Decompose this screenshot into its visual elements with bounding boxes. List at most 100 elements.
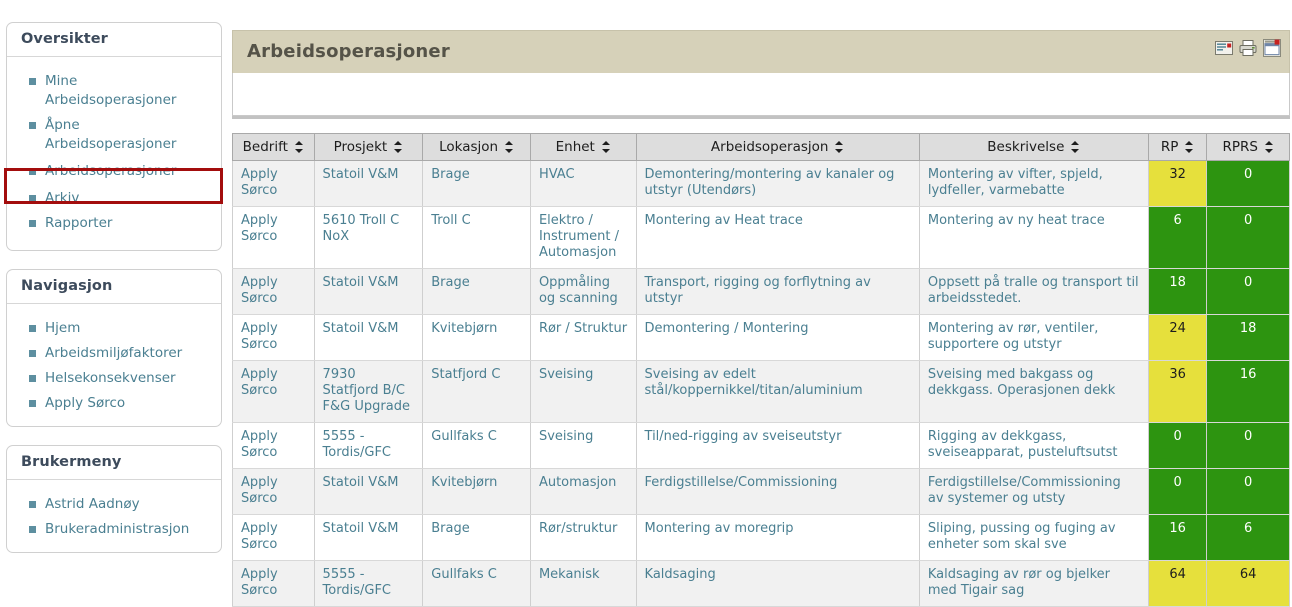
column-header-arbeidsoperasjon[interactable]: Arbeidsoperasjon [635, 133, 920, 161]
sidebar-item-arbeidsoperasjoner[interactable]: Arbeidsoperasjoner [7, 159, 221, 184]
sidebar-item-label: Åpne Arbeidsoperasjoner [45, 117, 177, 152]
cell-enhet: HVAC [529, 160, 637, 207]
column-header-bedrift[interactable]: Bedrift [232, 133, 315, 161]
header-actions [1215, 39, 1281, 57]
sort-icon[interactable] [1264, 141, 1274, 153]
cell-lokasjon: Statfjord C [422, 360, 531, 423]
sort-icon[interactable] [394, 141, 403, 153]
column-label: RPRS [1222, 139, 1258, 155]
column-label: Arbeidsoperasjon [710, 139, 829, 155]
sidebar-item-label: Arkiv [45, 190, 80, 206]
sidebar-panel-title-navigasjon: Navigasjon [7, 270, 221, 304]
sort-icon[interactable] [505, 141, 514, 153]
cell-arbeidsoperasjon: Sveising av edelt stål/koppernikkel/tita… [635, 360, 920, 423]
arbeidsoperasjoner-table: Bedrift Prosjekt Lokasjon Enhet Arbeidso [232, 133, 1290, 607]
sidebar-item-label: Hjem [45, 320, 81, 336]
cell-rp-value: 16 [1147, 514, 1208, 561]
sidebar-item-apne-arbeidsoperasjoner[interactable]: Åpne Arbeidsoperasjoner [7, 113, 221, 157]
cell-bedrift: Apply Sørco [232, 314, 315, 361]
column-header-rp[interactable]: RP [1147, 133, 1208, 161]
column-label: Lokasjon [439, 139, 499, 155]
cell-rprs-value: 0 [1206, 206, 1290, 269]
cell-beskrivelse: Kaldsaging av rør og bjelker med Tigair … [918, 560, 1149, 607]
cell-enhet: Sveising [529, 360, 637, 423]
sort-icon[interactable] [601, 141, 611, 153]
cell-prosjekt: Statoil V&M [313, 468, 424, 515]
sidebar-item-apply-sorco[interactable]: Apply Sørco [7, 391, 221, 416]
column-header-enhet[interactable]: Enhet [529, 133, 637, 161]
sidebar-list-brukermeny: Astrid Aadnøy Brukeradministrasjon [7, 492, 221, 542]
table-header-row: Bedrift Prosjekt Lokasjon Enhet Arbeidso [232, 133, 1290, 161]
sidebar-item-arbeidsmiljofaktorer[interactable]: Arbeidsmiljøfaktorer [7, 341, 221, 366]
cell-arbeidsoperasjon: Montering av Heat trace [635, 206, 920, 269]
cell-rprs-value: 0 [1206, 160, 1290, 207]
table-row[interactable]: Apply Sørco 5555 - Tordis/GFC Gullfaks C Me… [232, 560, 1290, 607]
cell-prosjekt: Statoil V&M [313, 268, 424, 315]
sidebar-item-label: Apply Sørco [45, 395, 126, 411]
table-row[interactable]: Apply Sørco Statoil V&M Kvitebjørn Automasj… [232, 468, 1290, 515]
cell-lokasjon: Gullfaks C [422, 422, 531, 469]
cell-rp-value: 6 [1147, 206, 1208, 269]
sort-icon[interactable] [835, 141, 844, 153]
column-header-prosjekt[interactable]: Prosjekt [313, 133, 424, 161]
table-body: Apply Sørco Statoil V&M Brage HVAC Demonteri… [232, 160, 1290, 607]
cell-arbeidsoperasjon: Transport, rigging og forflytning av uts… [635, 268, 920, 315]
table-row[interactable]: Apply Sørco 5555 - Tordis/GFC Gullfaks C Sv… [232, 422, 1290, 469]
sidebar-item-rapporter[interactable]: Rapporter [7, 211, 221, 236]
cell-lokasjon: Brage [422, 514, 531, 561]
sidebar-item-helsekonsekvenser[interactable]: Helsekonsekvenser [7, 366, 221, 391]
cell-lokasjon: Gullfaks C [422, 560, 531, 607]
sidebar-panel-title-oversikter: Oversikter [7, 23, 221, 57]
sidebar-item-astrid-aadnoy[interactable]: Astrid Aadnøy [7, 492, 221, 517]
cell-arbeidsoperasjon: Demontering/montering av kanaler og utst… [635, 160, 920, 207]
sidebar-item-hjem[interactable]: Hjem [7, 316, 221, 341]
column-header-beskrivelse[interactable]: Beskrivelse [918, 133, 1149, 161]
cell-prosjekt: Statoil V&M [313, 160, 424, 207]
email-export-icon[interactable] [1215, 39, 1233, 57]
cell-beskrivelse: Sliping, pussing og fuging av enheter so… [918, 514, 1149, 561]
cell-lokasjon: Brage [422, 268, 531, 315]
cell-enhet: Elektro / Instrument / Automasjon [529, 206, 637, 269]
sort-icon[interactable] [294, 141, 304, 153]
bullet-icon [29, 78, 36, 85]
sidebar-panel-oversikter: Oversikter Mine Arbeidsoperasjoner Åpne … [6, 22, 222, 251]
cell-enhet: Oppmåling og scanning [529, 268, 637, 315]
sidebar-item-mine-arbeidsoperasjoner[interactable]: Mine Arbeidsoperasjoner [7, 69, 221, 113]
table-row[interactable]: Apply Sørco Statoil V&M Brage Rør/struktur M… [232, 514, 1290, 561]
sort-icon[interactable] [1185, 141, 1194, 153]
table-row[interactable]: Apply Sørco Statoil V&M Brage Oppmåling og … [232, 268, 1290, 315]
sidebar-item-label: Astrid Aadnøy [45, 496, 140, 512]
bullet-icon [29, 501, 36, 508]
cell-enhet: Rør/struktur [529, 514, 637, 561]
printer-icon[interactable] [1239, 39, 1257, 57]
column-header-lokasjon[interactable]: Lokasjon [422, 133, 531, 161]
table-row[interactable]: Apply Sørco 7930 Statfjord B/C F&G Upgrad… [232, 360, 1290, 423]
sidebar-item-label: Arbeidsoperasjoner [45, 163, 177, 179]
sidebar-item-brukeradministrasjon[interactable]: Brukeradministrasjon [7, 517, 221, 542]
bullet-icon [29, 325, 36, 332]
bullet-icon [29, 168, 36, 175]
cell-enhet: Mekanisk [529, 560, 637, 607]
cell-rp-value: 24 [1147, 314, 1208, 361]
sidebar-item-arkiv[interactable]: Arkiv [7, 186, 221, 211]
table-row[interactable]: Apply Sørco Statoil V&M Kvitebjørn Rør / St… [232, 314, 1290, 361]
column-header-rprs[interactable]: RPRS [1206, 133, 1290, 161]
cell-rp-value: 18 [1147, 268, 1208, 315]
sidebar-item-label: Helsekonsekvenser [45, 370, 176, 386]
bullet-icon [29, 122, 36, 129]
cell-rprs-value: 64 [1206, 560, 1290, 607]
table-row[interactable]: Apply Sørco 5610 Troll C NoX Troll C Elektr… [232, 206, 1290, 269]
sort-icon[interactable] [1071, 141, 1080, 153]
table-wrapper: Bedrift Prosjekt Lokasjon Enhet Arbeidso [232, 133, 1290, 607]
sidebar: Oversikter Mine Arbeidsoperasjoner Åpne … [0, 0, 228, 583]
table-row[interactable]: Apply Sørco Statoil V&M Brage HVAC Demonteri… [232, 160, 1290, 207]
cell-enhet: Rør / Struktur [529, 314, 637, 361]
cell-rp-value: 0 [1147, 468, 1208, 515]
filter-panel[interactable] [232, 73, 1290, 116]
cell-arbeidsoperasjon: Montering av moregrip [635, 514, 920, 561]
cell-bedrift: Apply Sørco [232, 268, 315, 315]
column-label: RP [1160, 139, 1179, 155]
cell-bedrift: Apply Sørco [232, 468, 315, 515]
cell-lokasjon: Troll C [422, 206, 531, 269]
window-export-icon[interactable] [1263, 39, 1281, 57]
